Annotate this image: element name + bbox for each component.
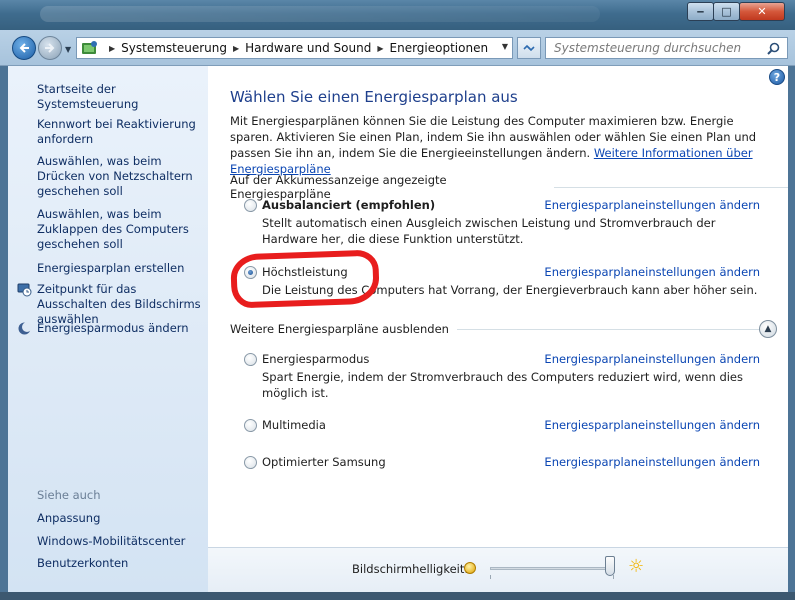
brightness-label: Bildschirmhelligkeit: xyxy=(352,562,469,576)
plan-description: Stellt automatisch einen Ausgleich zwisc… xyxy=(262,216,716,246)
navigation-bar: ▼ ▶ Systemsteuerung ▶ Hardware und Sound… xyxy=(0,30,795,66)
arrow-right-icon xyxy=(45,43,55,53)
sidebar-item-mobilitaetscenter[interactable]: Windows-Mobilitätscenter xyxy=(37,534,205,549)
window-controls: ‒ □ ✕ xyxy=(687,2,785,21)
intro-text: Mit Energiesparplänen können Sie die Lei… xyxy=(230,113,775,177)
search-icon[interactable] xyxy=(767,42,780,55)
breadcrumb-energieoptionen[interactable]: Energieoptionen xyxy=(390,41,489,55)
search-input[interactable] xyxy=(554,41,754,55)
bright-sun-icon: ☼ xyxy=(628,556,645,577)
sidebar-item-benutzerkonten[interactable]: Benutzerkonten xyxy=(37,556,205,571)
sidebar-item-plan-erstellen[interactable]: Energiesparplan erstellen xyxy=(37,261,205,276)
title-bar-blurred-area xyxy=(40,6,600,22)
help-icon[interactable]: ? xyxy=(769,69,785,85)
change-plan-settings-link[interactable]: Energiesparplaneinstellungen ändern xyxy=(544,418,760,432)
search-box[interactable] xyxy=(545,37,788,59)
collapse-chevron-up-icon[interactable]: ▲ xyxy=(759,320,777,338)
plan-ausbalanciert: Ausbalanciert (empfohlen) Energiesparpla… xyxy=(244,197,764,247)
plan-hoechstleistung: Höchstleistung Energiesparplaneinstellun… xyxy=(244,264,764,304)
forward-button[interactable] xyxy=(38,36,62,60)
change-plan-settings-link[interactable]: Energiesparplaneinstellungen ändern xyxy=(544,352,760,366)
group-header-hidden-plans: Weitere Energiesparpläne ausblenden xyxy=(230,322,767,336)
close-button[interactable]: ✕ xyxy=(739,2,785,21)
brightness-bar: Bildschirmhelligkeit: ☼ xyxy=(208,547,788,592)
plan-name[interactable]: Energiesparmodus xyxy=(262,352,369,366)
arrow-left-icon xyxy=(19,43,29,53)
address-dropdown-icon[interactable]: ▼ xyxy=(502,42,508,51)
slider-tick xyxy=(490,575,491,579)
plan-multimedia: Multimedia Energiesparplaneinstellungen … xyxy=(244,417,764,437)
plan-description: Die Leistung des Computers hat Vorrang, … xyxy=(262,283,758,297)
sidebar-item-anpassung[interactable]: Anpassung xyxy=(37,511,205,526)
content-pane: ? Wählen Sie einen Energiesparplan aus M… xyxy=(208,66,788,592)
brightness-slider-thumb[interactable] xyxy=(605,556,616,576)
breadcrumb-separator-icon[interactable]: ▶ xyxy=(233,44,239,53)
breadcrumb-hardware-und-sound[interactable]: Hardware und Sound xyxy=(245,41,371,55)
plan-radio[interactable] xyxy=(244,456,257,469)
breadcrumb-separator-icon[interactable]: ▶ xyxy=(109,44,115,53)
address-bar[interactable]: ▶ Systemsteuerung ▶ Hardware und Sound ▶… xyxy=(76,37,513,59)
plan-radio[interactable] xyxy=(244,419,257,432)
group-title[interactable]: Weitere Energiesparpläne ausblenden xyxy=(230,322,449,336)
monitor-clock-icon xyxy=(17,283,32,297)
page-title: Wählen Sie einen Energiesparplan aus xyxy=(230,88,518,106)
plan-optimierter-samsung: Optimierter Samsung Energiesparplaneinst… xyxy=(244,454,764,474)
refresh-button[interactable] xyxy=(517,37,541,59)
back-button[interactable] xyxy=(12,36,36,60)
plan-radio[interactable] xyxy=(244,199,257,212)
slider-tick xyxy=(613,575,614,579)
plan-radio[interactable] xyxy=(244,353,257,366)
sidebar-item-zuklappen[interactable]: Auswählen, was beim Zuklappen des Comput… xyxy=(37,207,205,252)
plan-energiesparmodus: Energiesparmodus Energiesparplaneinstell… xyxy=(244,351,764,401)
see-also-heading: Siehe auch xyxy=(37,488,101,502)
minimize-button[interactable]: ‒ xyxy=(687,2,714,21)
group-divider xyxy=(456,328,767,330)
maximize-button[interactable]: □ xyxy=(713,2,740,21)
recent-pages-dropdown[interactable]: ▼ xyxy=(65,45,71,54)
task-pane: Startseite der Systemsteuerung Kennwort … xyxy=(8,66,208,592)
control-panel-icon xyxy=(82,41,97,54)
title-bar: ‒ □ ✕ xyxy=(0,0,795,30)
dim-sun-icon xyxy=(464,562,476,574)
sidebar-item-netzschalter[interactable]: Auswählen, was beim Drücken von Netzscha… xyxy=(37,154,205,199)
brightness-slider-track[interactable] xyxy=(490,567,614,570)
plan-name[interactable]: Ausbalanciert (empfohlen) xyxy=(262,198,435,212)
group-divider xyxy=(553,186,788,188)
change-plan-settings-link[interactable]: Energiesparplaneinstellungen ändern xyxy=(544,455,760,469)
sidebar-item-energiesparmodus[interactable]: Energiesparmodus ändern xyxy=(37,321,205,336)
plan-description: Spart Energie, indem der Stromverbrauch … xyxy=(262,370,744,400)
plan-name[interactable]: Multimedia xyxy=(262,418,326,432)
change-plan-settings-link[interactable]: Energiesparplaneinstellungen ändern xyxy=(544,265,760,279)
window-frame-bottom xyxy=(0,592,795,600)
window-frame-right xyxy=(788,66,795,592)
sidebar-item-kennwort[interactable]: Kennwort bei Reaktivierung anfordern xyxy=(37,117,205,147)
plan-name[interactable]: Höchstleistung xyxy=(262,265,348,279)
refresh-icon xyxy=(523,44,535,52)
breadcrumb-systemsteuerung[interactable]: Systemsteuerung xyxy=(121,41,227,55)
plan-name[interactable]: Optimierter Samsung xyxy=(262,455,386,469)
breadcrumb-separator-icon[interactable]: ▶ xyxy=(377,44,383,53)
window-frame-left xyxy=(0,66,8,592)
moon-icon xyxy=(18,322,32,335)
change-plan-settings-link[interactable]: Energiesparplaneinstellungen ändern xyxy=(544,198,760,212)
sidebar-item-startseite[interactable]: Startseite der Systemsteuerung xyxy=(37,82,205,112)
plan-radio-selected[interactable] xyxy=(244,266,257,279)
